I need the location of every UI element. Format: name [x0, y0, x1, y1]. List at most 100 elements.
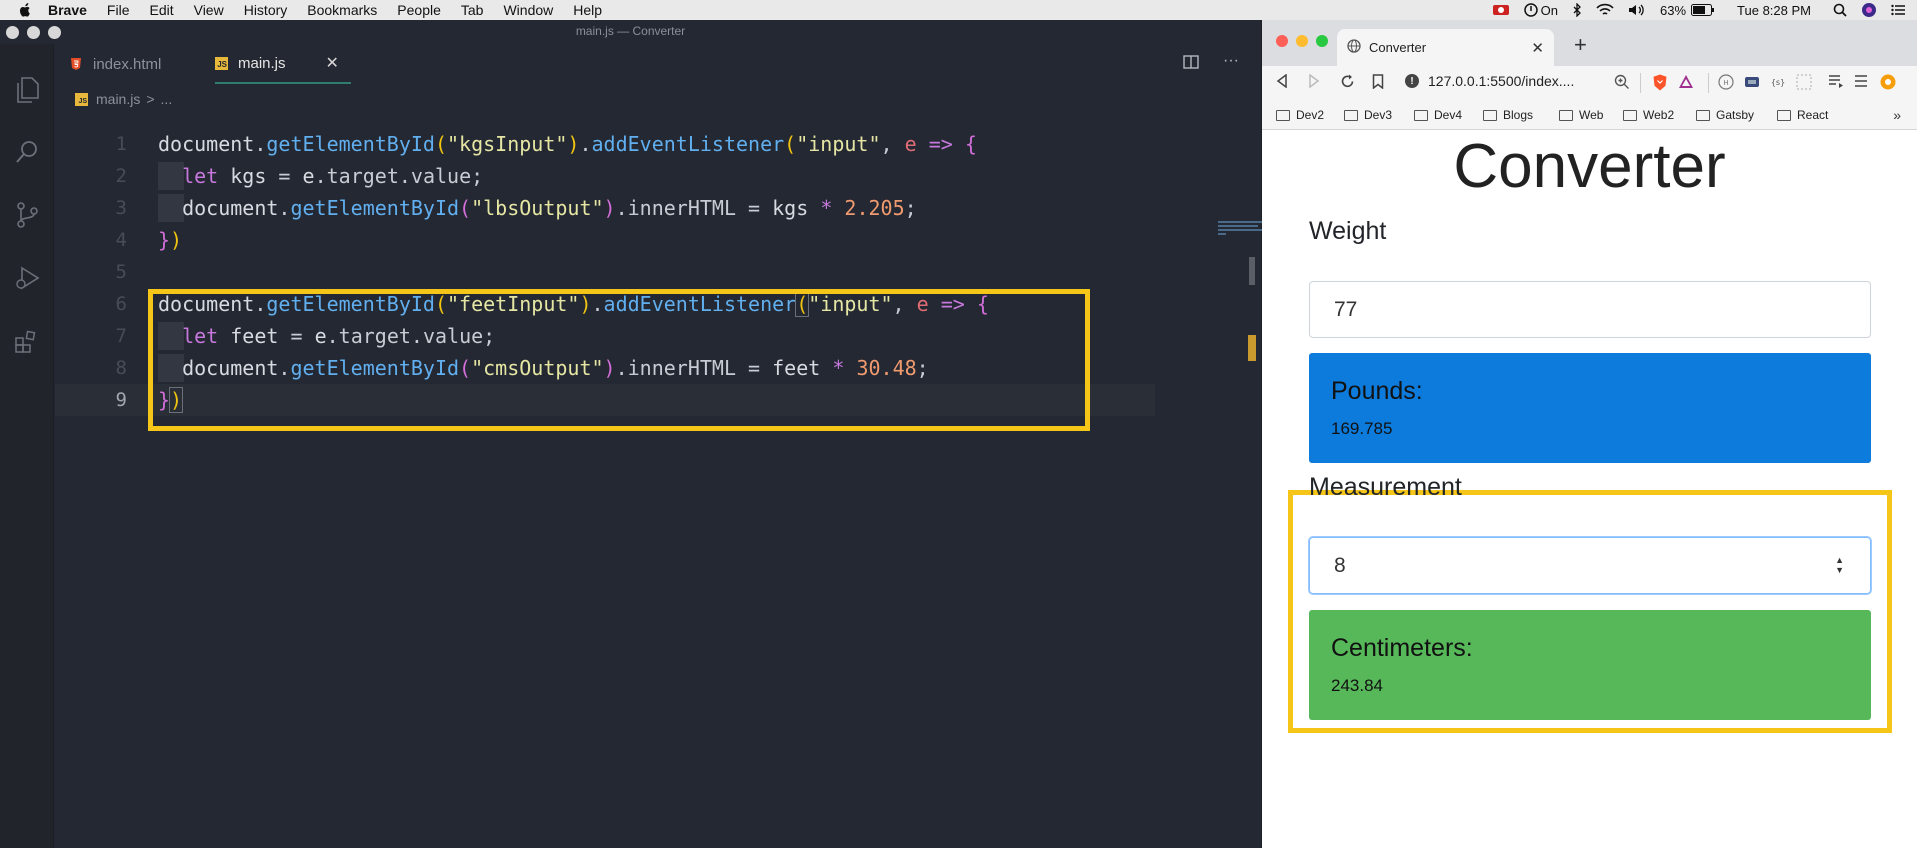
search-icon[interactable] — [11, 136, 43, 168]
bluetooth-icon[interactable] — [1572, 3, 1582, 17]
number-spinner[interactable]: ▲ ▼ — [1835, 555, 1844, 575]
back-icon[interactable] — [1276, 73, 1288, 93]
wifi-icon[interactable] — [1596, 3, 1614, 17]
screen-record-icon[interactable] — [1492, 3, 1510, 17]
breadcrumb-file[interactable]: main.js — [96, 91, 140, 107]
close-tab-icon[interactable]: ✕ — [326, 53, 339, 73]
address-bar[interactable]: ! 127.0.0.1:5500/index.... — [1405, 73, 1574, 89]
bookmarks-overflow-icon[interactable]: » — [1893, 107, 1901, 123]
pounds-label: Pounds: — [1331, 377, 1423, 405]
extension-icon[interactable]: {s} — [1770, 74, 1786, 90]
code-editor[interactable]: 1 document.getElementById("kgsInput").ad… — [55, 110, 1280, 848]
code-line: 4 }) — [55, 224, 1155, 256]
menu-bookmarks[interactable]: Bookmarks — [307, 2, 377, 18]
code-line: 1 document.getElementById("kgsInput").ad… — [55, 128, 1155, 160]
spin-up-icon[interactable]: ▲ — [1835, 555, 1844, 565]
reload-icon[interactable] — [1340, 74, 1355, 94]
highlight-box — [148, 289, 1090, 431]
run-debug-icon[interactable] — [11, 262, 43, 294]
brave-rewards-icon[interactable] — [1678, 74, 1694, 90]
bookmark-icon[interactable] — [1372, 74, 1384, 94]
menu-file[interactable]: File — [107, 2, 130, 18]
line-number: 7 — [115, 325, 127, 347]
vscode-window: main.js — Converter index.html JS main.j… — [0, 20, 1280, 848]
status-on-indicator[interactable]: On — [1523, 3, 1558, 18]
new-tab-button[interactable]: + — [1574, 32, 1587, 58]
bookmark-folder[interactable]: Dev4 — [1414, 108, 1462, 122]
bookmark-folder[interactable]: Web — [1559, 108, 1603, 122]
battery-icon[interactable] — [1691, 4, 1715, 16]
bookmark-folder[interactable]: Web2 — [1623, 108, 1674, 122]
centimeters-output: 243.84 — [1331, 676, 1383, 695]
extensions-icon[interactable] — [11, 326, 43, 358]
extension-icon[interactable] — [1744, 74, 1760, 90]
breadcrumb-symbol[interactable]: ... — [161, 91, 173, 107]
bookmark-folder[interactable]: Dev2 — [1276, 108, 1324, 122]
menu-help[interactable]: Help — [573, 2, 602, 18]
brave-shields-icon[interactable] — [1652, 74, 1668, 91]
menu-edit[interactable]: Edit — [149, 2, 173, 18]
measurement-value: 8 — [1334, 553, 1346, 577]
profile-icon[interactable] — [1880, 74, 1896, 90]
menu-people[interactable]: People — [397, 2, 441, 18]
zoom-icon[interactable] — [1614, 74, 1630, 90]
bookmark-folder[interactable]: Blogs — [1483, 108, 1533, 122]
vscode-window-title: main.js — Converter — [575, 24, 686, 38]
site-info-icon[interactable]: ! — [1405, 74, 1419, 88]
menu-icon[interactable] — [1854, 74, 1870, 90]
svg-text:{s}: {s} — [1771, 78, 1785, 87]
menu-history[interactable]: History — [244, 2, 288, 18]
breadcrumb: JS main.js > ... — [75, 88, 172, 110]
spin-down-icon[interactable]: ▼ — [1835, 565, 1844, 575]
extension-icon[interactable] — [1796, 74, 1812, 90]
more-actions-icon[interactable]: ··· — [1223, 53, 1239, 75]
forward-icon[interactable] — [1308, 73, 1320, 93]
line-number: 2 — [115, 165, 127, 187]
measurement-label: Measurement — [1309, 473, 1462, 501]
siri-icon[interactable] — [1861, 2, 1877, 18]
html5-icon — [69, 56, 83, 72]
source-control-icon[interactable] — [11, 199, 43, 231]
close-tab-icon[interactable]: ✕ — [1531, 39, 1544, 57]
window-controls — [1276, 35, 1328, 47]
zoom-window-button[interactable] — [1316, 35, 1328, 47]
menu-app-name[interactable]: Brave — [48, 2, 87, 18]
tab-main-js[interactable]: JS main.js ✕ — [215, 44, 351, 84]
bookmark-folder[interactable]: Dev3 — [1344, 108, 1392, 122]
extension-icon[interactable]: H — [1718, 74, 1734, 90]
weight-input[interactable]: 77 — [1309, 281, 1871, 338]
folder-icon — [1344, 109, 1358, 121]
menu-tab[interactable]: Tab — [461, 2, 484, 18]
tab-index-html[interactable]: index.html — [69, 44, 161, 84]
apple-icon[interactable] — [18, 3, 32, 17]
menu-window[interactable]: Window — [503, 2, 553, 18]
battery-percent: 63% — [1660, 2, 1687, 18]
clock[interactable]: Tue 8:28 PM — [1737, 3, 1811, 18]
spotlight-search-icon[interactable] — [1833, 3, 1847, 17]
scrollbar-thumb[interactable] — [1249, 257, 1255, 285]
tab-label: main.js — [238, 54, 286, 72]
notification-center-icon[interactable] — [1891, 4, 1905, 16]
close-window-button[interactable] — [1276, 35, 1288, 47]
bookmark-folder[interactable]: Gatsby — [1696, 108, 1754, 122]
split-editor-icon[interactable] — [1183, 54, 1199, 75]
editor-tab-bar: index.html JS main.js ✕ ··· — [55, 44, 1261, 84]
volume-icon[interactable] — [1628, 3, 1646, 17]
playlist-icon[interactable] — [1828, 74, 1844, 90]
page-title: Converter — [1453, 132, 1726, 201]
folder-icon — [1276, 109, 1290, 121]
javascript-icon: JS — [75, 92, 88, 106]
pounds-card: Pounds: 169.785 — [1309, 353, 1871, 463]
minimize-window-button[interactable] — [1296, 35, 1308, 47]
folder-icon — [1559, 109, 1573, 121]
explorer-icon[interactable] — [11, 74, 43, 106]
weight-label: Weight — [1309, 217, 1387, 245]
breadcrumb-separator: > — [146, 91, 155, 107]
bookmark-folder[interactable]: React — [1777, 108, 1828, 122]
url-text: 127.0.0.1:5500/index.... — [1428, 73, 1575, 89]
menu-view[interactable]: View — [194, 2, 224, 18]
bookmarks-bar: Dev2 Dev3 Dev4 Blogs Web Web2 Gatsby Rea… — [1262, 100, 1917, 130]
browser-tab[interactable]: Converter ✕ — [1337, 29, 1554, 66]
measurement-input[interactable]: 8 ▲ ▼ — [1309, 537, 1871, 594]
javascript-icon: JS — [215, 56, 228, 70]
